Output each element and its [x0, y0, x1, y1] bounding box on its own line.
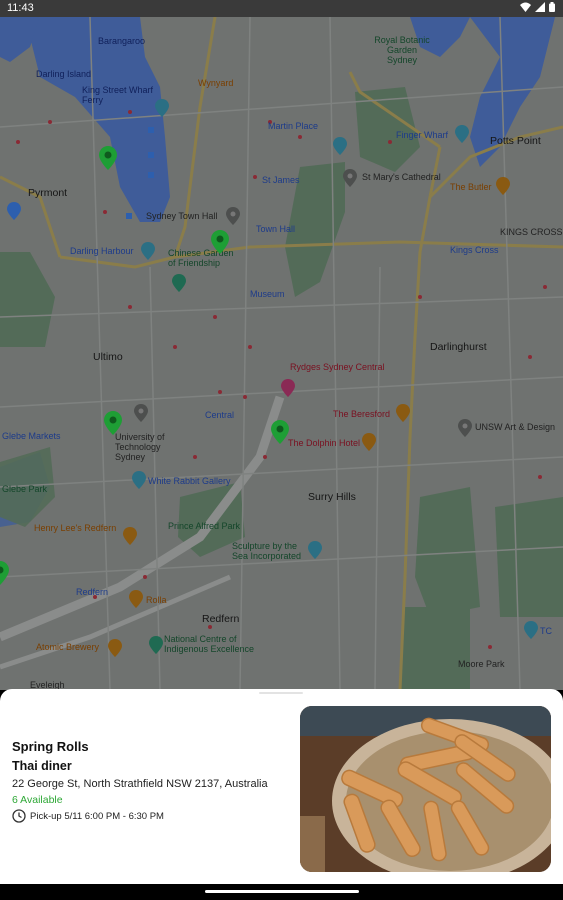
poi-place-icon: [226, 207, 240, 225]
map-label-museum: Museum: [250, 289, 285, 299]
map-label-botanic-garden: Royal Botanic Garden Sydney: [374, 35, 430, 65]
map-label-rolla: Rolla: [146, 595, 167, 605]
map-view[interactable]: Barangaroo Darling Island King Street Wh…: [0, 17, 563, 690]
map-label-tc: TC: [540, 626, 552, 636]
spring-rolls-photo: [300, 706, 551, 872]
poi-place-icon: [134, 404, 148, 422]
poi-restaurant-icon: [123, 527, 137, 545]
map-label-potts-point: Potts Point: [490, 135, 541, 147]
map-label-henry-lees: Henry Lee's Redfern: [34, 523, 117, 533]
map-label-sydney-town-hall: Sydney Town Hall: [146, 211, 218, 221]
map-label-st-marys: St Mary's Cathedral: [362, 172, 441, 182]
pickup-time: Pick-up 5/11 6:00 PM - 6:30 PM: [30, 810, 164, 822]
map-label-king-street-wharf: King Street Wharf Ferry: [82, 85, 154, 105]
status-icons: [520, 2, 555, 12]
status-time: 11:43: [7, 2, 34, 14]
poi-restaurant-icon: [108, 639, 122, 657]
map-label-ultimo: Ultimo: [93, 351, 123, 363]
map-label-darlinghurst: Darlinghurst: [430, 341, 487, 353]
map-pin-marker[interactable]: [99, 146, 117, 170]
map-label-dolphin-hotel: The Dolphin Hotel: [288, 438, 361, 448]
map-label-darling-harbour: Darling Harbour: [70, 246, 134, 256]
map-pin-marker[interactable]: [271, 420, 289, 444]
map-pin-marker-partial[interactable]: [0, 561, 9, 585]
map-label-moore-park: Moore Park: [458, 659, 505, 669]
poi-restaurant-icon: [496, 177, 510, 195]
map-label-unsw-art: UNSW Art & Design: [475, 422, 556, 432]
map-label-kings-cross-station: Kings Cross: [450, 245, 499, 255]
listing-card[interactable]: Spring Rolls Thai diner 22 George St, No…: [0, 689, 563, 884]
map-label-white-rabbit: White Rabbit Gallery: [148, 476, 231, 486]
poi-transit-icon: [455, 125, 469, 143]
clock-icon: [12, 809, 26, 823]
map-label-the-butler: The Butler: [450, 182, 492, 192]
wifi-icon: [520, 2, 531, 12]
map-pin-marker[interactable]: [104, 411, 122, 435]
map-label-barangaroo: Barangaroo: [98, 36, 146, 46]
pickup-row: Pick-up 5/11 6:00 PM - 6:30 PM: [12, 809, 282, 823]
battery-icon: [549, 2, 555, 12]
poi-landmark-icon: [172, 274, 186, 292]
map-label-national-centre: National Centre of Indigenous Excellence: [164, 634, 255, 654]
status-bar: 11:43: [0, 0, 563, 17]
poi-restaurant-icon: [396, 404, 410, 422]
signal-icon: [535, 2, 545, 12]
gesture-handle[interactable]: [205, 890, 359, 893]
poi-landmark-icon: [132, 471, 146, 489]
food-image[interactable]: [300, 706, 551, 872]
poi-landmark-icon: [308, 541, 322, 559]
poi-transit-icon: [333, 137, 347, 155]
poi-hotel-icon: [281, 379, 295, 397]
map-label-wynyard: Wynyard: [198, 78, 234, 88]
map-label-atomic-brewery: Atomic Brewery: [36, 642, 100, 652]
map-label-prince-alfred-park: Prince Alfred Park: [168, 521, 241, 531]
map-label-uts: University of Technology Sydney: [115, 432, 165, 462]
map-label-rydges: Rydges Sydney Central: [290, 362, 385, 372]
map-label-central: Central: [205, 410, 235, 420]
map-label-kings-cross-area: KINGS CROSS: [500, 227, 563, 237]
item-name: Spring Rolls: [12, 739, 89, 754]
map-label-glebe-markets: Glebe Markets: [2, 431, 61, 441]
poi-transit-icon: [141, 242, 155, 260]
store-address: 22 George St, North Strathfield NSW 2137…: [12, 778, 268, 790]
map-label-pyrmont: Pyrmont: [28, 187, 68, 199]
poi-transit-icon: [155, 99, 169, 117]
map-pin-marker[interactable]: [211, 230, 229, 254]
map-label-sculpture: Sculpture by the Sea Incorporated: [232, 541, 302, 561]
map-label-st-james: St James: [262, 175, 300, 185]
map-label-martin-place: Martin Place: [268, 121, 319, 131]
map-label-town-hall: Town Hall: [256, 224, 296, 234]
poi-restaurant-icon: [362, 433, 376, 451]
poi-restaurant-icon: [129, 590, 143, 608]
map-label-redfern-station: Redfern: [76, 587, 109, 597]
poi-landmark-icon: [149, 636, 163, 654]
listing-info: Spring Rolls Thai diner 22 George St, No…: [12, 739, 282, 823]
poi-transit-icon: [524, 621, 538, 639]
map-label-beresford: The Beresford: [333, 409, 391, 419]
drag-handle[interactable]: [259, 692, 303, 694]
poi-place-icon: [458, 419, 472, 437]
map-label-glebe-park: Glebe Park: [2, 484, 48, 494]
store-name: Thai diner: [12, 759, 72, 773]
map-label-redfern: Redfern: [202, 613, 240, 625]
map-label-darling-island: Darling Island: [36, 69, 92, 79]
map-label-surry-hills: Surry Hills: [308, 491, 356, 503]
availability-text: 6 Available: [12, 794, 63, 806]
poi-place-icon: [343, 169, 357, 187]
map-label-finger-wharf: Finger Wharf: [396, 130, 449, 140]
navigation-bar: [0, 884, 563, 900]
poi-transit-icon: [7, 202, 21, 220]
